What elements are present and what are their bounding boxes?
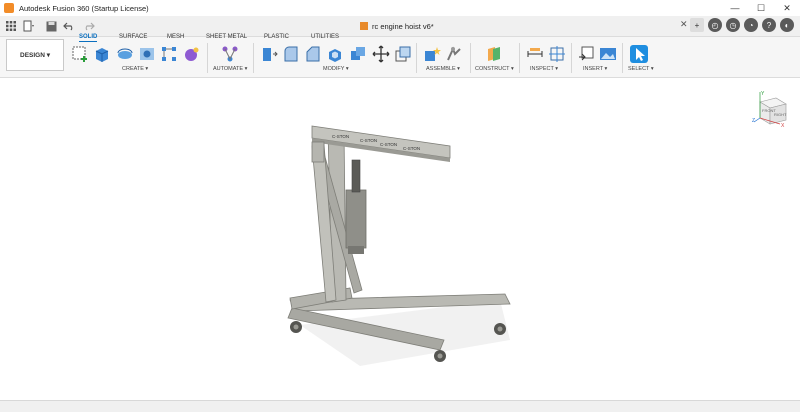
separator: [470, 43, 471, 73]
document-tab-title: rc engine hoist v6*: [372, 21, 434, 31]
tab-plastic[interactable]: PLASTIC: [264, 34, 289, 40]
boom-label-2: C-STON: [360, 138, 377, 143]
minimize-button[interactable]: —: [722, 0, 748, 16]
press-pull-icon[interactable]: [260, 45, 278, 63]
window-controls: — ☐ ✕: [722, 0, 800, 16]
offset-plane-icon[interactable]: [485, 45, 503, 63]
tab-solid[interactable]: SOLID: [79, 34, 98, 42]
viewcube[interactable]: FRONT RIGHT Y Z X: [752, 90, 792, 135]
tab-surface[interactable]: SURFACE: [119, 34, 147, 40]
create-menu[interactable]: CREATE ▾: [122, 66, 148, 72]
separator: [571, 43, 572, 73]
select-menu[interactable]: SELECT ▾: [628, 66, 654, 72]
ribbon-toolbar: DESIGN ▾ SOLID SURFACE MESH SHEET METAL …: [0, 34, 800, 78]
revolve-icon[interactable]: [116, 45, 134, 63]
automate-menu[interactable]: AUTOMATE ▾: [213, 66, 247, 72]
profile-icon[interactable]: ◐: [780, 18, 794, 32]
fillet-icon[interactable]: [282, 45, 300, 63]
pattern-icon[interactable]: [160, 45, 178, 63]
tab-sheet-metal[interactable]: SHEET METAL: [206, 34, 247, 40]
app-grid-icon[interactable]: [4, 19, 18, 33]
timeline-bar: [0, 400, 800, 412]
insert-derive-icon[interactable]: [577, 45, 595, 63]
viewport-canvas[interactable]: C-STON C-STON C-STON C-STON: [0, 78, 800, 400]
axis-z-label: Z: [752, 118, 755, 124]
extensions-icon[interactable]: ◴: [708, 18, 722, 32]
save-icon[interactable]: [44, 19, 58, 33]
separator: [416, 43, 417, 73]
construct-menu[interactable]: CONSTRUCT ▾: [475, 66, 514, 72]
insert-menu[interactable]: INSERT ▾: [583, 66, 607, 72]
select-icon[interactable]: [630, 45, 648, 63]
create-sketch-icon[interactable]: [71, 45, 89, 63]
viewcube-right-label: RIGHT: [774, 112, 787, 117]
engine-hoist-model: C-STON C-STON C-STON C-STON: [287, 125, 511, 366]
undo-icon[interactable]: [62, 19, 76, 33]
document-cube-icon: [360, 22, 368, 30]
move-copy-icon[interactable]: [372, 45, 390, 63]
file-menu-icon[interactable]: [22, 19, 36, 33]
hole-icon[interactable]: [138, 45, 156, 63]
separator: [622, 43, 623, 73]
inspect-menu[interactable]: INSPECT ▾: [530, 66, 558, 72]
document-tab[interactable]: rc engine hoist v6*: [360, 18, 434, 34]
notifications-icon[interactable]: ◔: [744, 18, 758, 32]
separator: [207, 43, 208, 73]
insert-canvas-icon[interactable]: [599, 45, 617, 63]
boom-label-4: C-STON: [403, 146, 420, 151]
shell-icon[interactable]: [326, 45, 344, 63]
new-component-icon[interactable]: [423, 45, 441, 63]
chamfer-icon[interactable]: [304, 45, 322, 63]
fusion-logo-icon: [4, 3, 14, 13]
window-titlebar: Autodesk Fusion 360 (Startup License) — …: [0, 0, 800, 16]
separator: [519, 43, 520, 73]
assemble-menu[interactable]: ASSEMBLE ▾: [426, 66, 460, 72]
boom-label-3: C-STON: [380, 142, 397, 147]
form-icon[interactable]: [182, 45, 200, 63]
tab-mesh[interactable]: MESH: [167, 34, 184, 40]
redo-icon[interactable]: [82, 19, 96, 33]
new-tab-button[interactable]: +: [690, 18, 704, 32]
maximize-button[interactable]: ☐: [748, 0, 774, 16]
extrude-icon[interactable]: [93, 45, 111, 63]
automate-icon[interactable]: [221, 45, 239, 63]
align-icon[interactable]: [394, 45, 412, 63]
axis-x-label: X: [781, 123, 785, 129]
close-window-button[interactable]: ✕: [774, 0, 800, 16]
modify-menu[interactable]: MODIFY ▾: [323, 66, 349, 72]
job-status-icon[interactable]: ◷: [726, 18, 740, 32]
help-icon[interactable]: ?: [762, 18, 776, 32]
close-document-icon[interactable]: ✕: [680, 19, 688, 30]
axis-y-label: Y: [761, 91, 765, 97]
boom-label-1: C-STON: [332, 134, 349, 139]
measure-icon[interactable]: [526, 45, 544, 63]
joint-icon[interactable]: [445, 45, 463, 63]
tab-utilities[interactable]: UTILITIES: [311, 34, 339, 40]
right-tools: + ◴ ◷ ◔ ? ◐: [690, 18, 794, 32]
window-title: Autodesk Fusion 360 (Startup License): [19, 3, 149, 13]
combine-icon[interactable]: [349, 45, 367, 63]
section-analysis-icon[interactable]: [548, 45, 566, 63]
separator: [253, 43, 254, 73]
workspace-switcher[interactable]: DESIGN ▾: [6, 39, 64, 71]
